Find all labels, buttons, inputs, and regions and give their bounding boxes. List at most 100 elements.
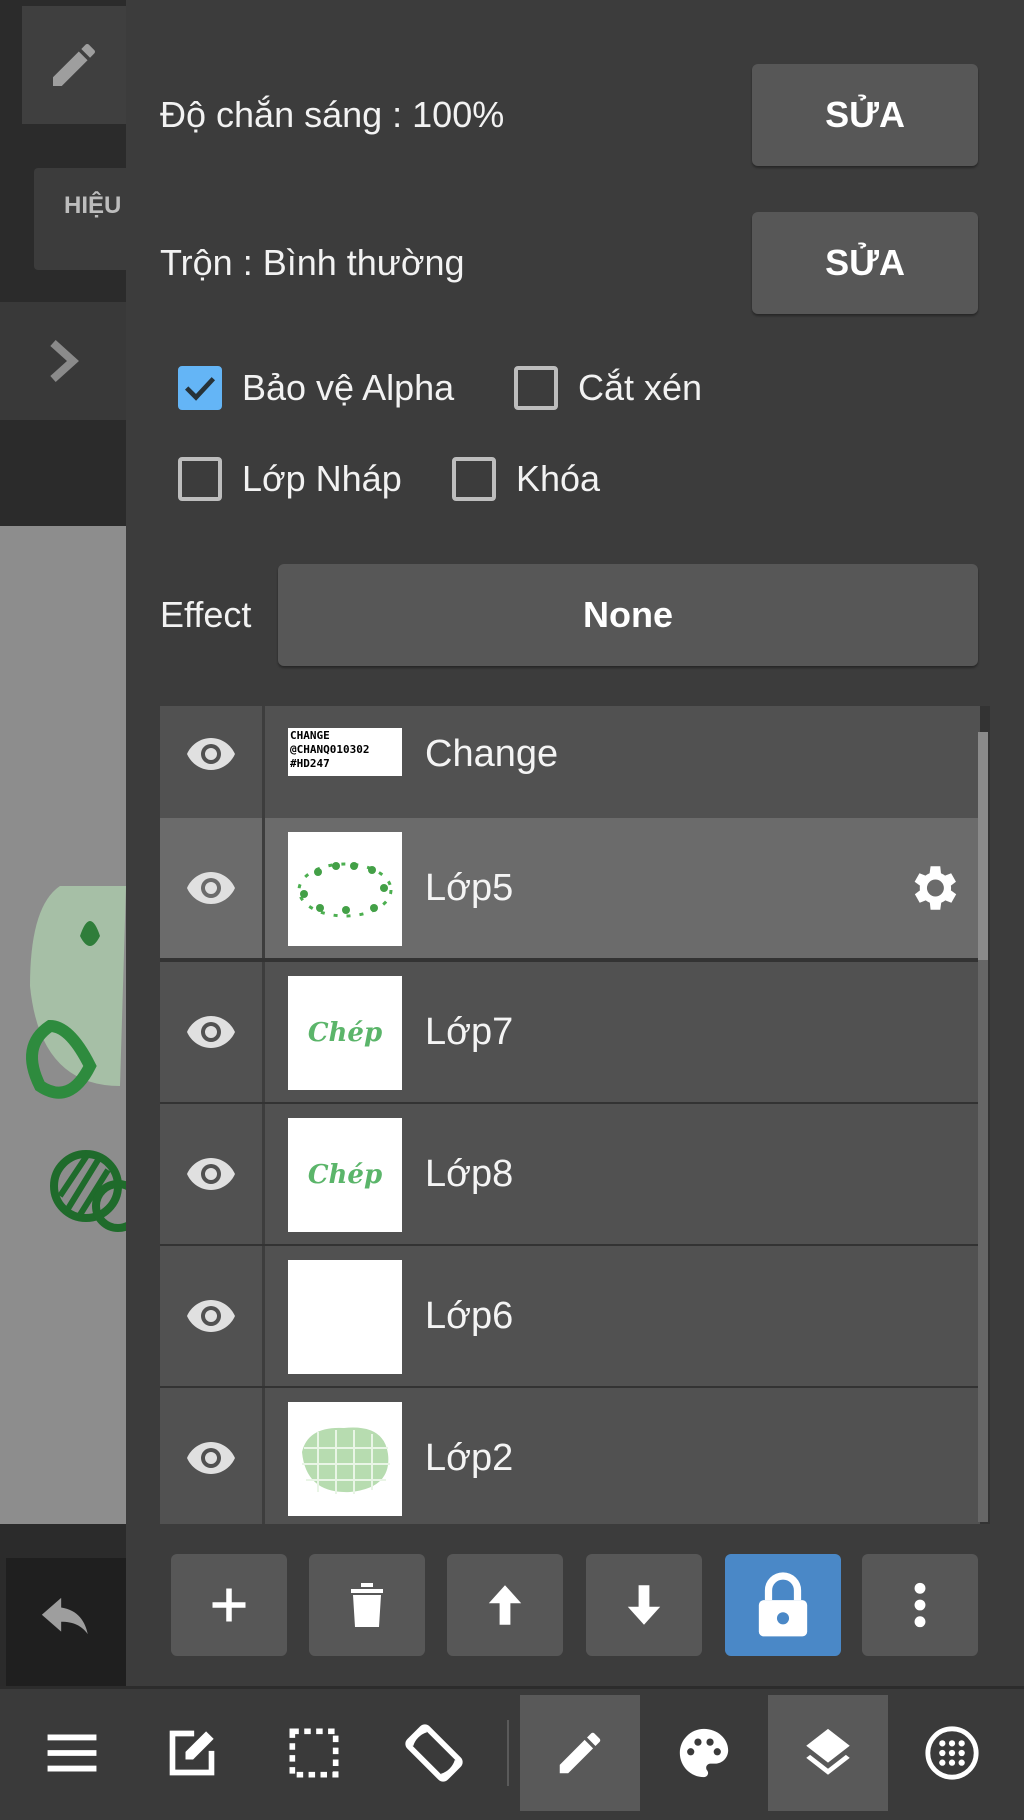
checkbox-unchecked-icon bbox=[514, 366, 558, 410]
blend-edit-button[interactable]: SỬA bbox=[752, 212, 978, 314]
edit-square-icon bbox=[169, 1730, 215, 1776]
thumb-text-line: CHANGE bbox=[290, 729, 330, 742]
plus-icon bbox=[212, 1588, 246, 1622]
draft-layer-checkbox[interactable]: Lớp Nháp bbox=[178, 449, 402, 509]
pencil-icon bbox=[559, 1732, 601, 1774]
row-divider bbox=[262, 706, 265, 824]
thumb-text: Chép bbox=[307, 1018, 383, 1048]
layer-row-change[interactable]: CHANGE @CHANQ010302 #HD247 Change bbox=[160, 706, 980, 824]
drawing-canvas[interactable] bbox=[0, 526, 126, 1524]
layer-row-lop5[interactable]: Lớp5 bbox=[160, 818, 980, 958]
eye-icon bbox=[187, 1016, 235, 1048]
visibility-toggle[interactable] bbox=[160, 1104, 262, 1244]
edit-button[interactable] bbox=[132, 1695, 252, 1811]
visibility-toggle[interactable] bbox=[160, 818, 262, 958]
more-vertical-icon bbox=[914, 1582, 926, 1628]
arrow-up-icon bbox=[488, 1585, 522, 1625]
row-divider bbox=[262, 1104, 265, 1244]
lock-label: Khóa bbox=[516, 458, 601, 499]
rotate-canvas-button[interactable] bbox=[374, 1695, 494, 1811]
eye-icon bbox=[187, 1300, 235, 1332]
layer-thumbnail: CHANGE @CHANQ010302 #HD247 bbox=[288, 728, 402, 776]
effect-label: Effect bbox=[160, 594, 252, 635]
alpha-protect-checkbox[interactable]: Bảo vệ Alpha bbox=[178, 358, 454, 418]
clipping-label: Cắt xén bbox=[578, 367, 703, 408]
delete-layer-button[interactable] bbox=[309, 1554, 425, 1656]
rotate-screen-icon bbox=[405, 1724, 463, 1782]
brush-tool-button[interactable] bbox=[22, 6, 126, 124]
layer-name: Lớp7 bbox=[425, 1010, 514, 1053]
row-divider bbox=[262, 962, 265, 1102]
checkbox-checked-icon bbox=[178, 366, 222, 410]
layer-row-lop7[interactable]: Chép Lớp7 bbox=[160, 962, 980, 1102]
opacity-label: Độ chắn sáng : 100% bbox=[160, 94, 505, 135]
undo-button[interactable] bbox=[6, 1558, 126, 1686]
toolbar-divider bbox=[507, 1720, 509, 1786]
layer-thumbnail bbox=[288, 832, 402, 946]
draft-layer-label: Lớp Nháp bbox=[242, 458, 402, 499]
expand-button[interactable] bbox=[0, 302, 126, 420]
layer-name: Change bbox=[425, 732, 559, 775]
checkbox-unchecked-icon bbox=[452, 457, 496, 501]
trash-icon bbox=[351, 1583, 383, 1627]
thumb-text-line: #HD247 bbox=[290, 757, 330, 770]
layer-list[interactable]: CHANGE @CHANQ010302 #HD247 Change Lớp5 C… bbox=[160, 706, 990, 1524]
gear-icon bbox=[914, 866, 957, 910]
layer-row-lop2[interactable]: Lớp2 bbox=[160, 1388, 980, 1524]
canvas-artwork bbox=[0, 526, 126, 1524]
layer-name: Lớp8 bbox=[425, 1152, 514, 1195]
visibility-toggle[interactable] bbox=[160, 1388, 262, 1524]
eye-icon bbox=[187, 872, 235, 904]
visibility-toggle[interactable] bbox=[160, 1246, 262, 1386]
eye-icon bbox=[187, 738, 235, 770]
layers-button[interactable] bbox=[768, 1695, 888, 1811]
layer-thumbnail bbox=[288, 1402, 402, 1516]
layer-row-lop8[interactable]: Chép Lớp8 bbox=[160, 1104, 980, 1244]
menu-icon bbox=[47, 1734, 97, 1772]
layer-name: Lớp6 bbox=[425, 1294, 514, 1337]
layer-thumbnail bbox=[288, 1260, 402, 1374]
visibility-toggle[interactable] bbox=[160, 962, 262, 1102]
row-divider bbox=[262, 1246, 265, 1386]
brush-button[interactable] bbox=[520, 1695, 640, 1811]
row-divider bbox=[262, 818, 265, 958]
arrow-down-icon bbox=[627, 1585, 661, 1625]
visibility-toggle[interactable] bbox=[160, 706, 262, 824]
opacity-edit-button[interactable]: SỬA bbox=[752, 64, 978, 166]
checkbox-unchecked-icon bbox=[178, 457, 222, 501]
layer-thumbnail: Chép bbox=[288, 1118, 402, 1232]
effect-select-button[interactable]: None bbox=[278, 564, 978, 666]
move-layer-up-button[interactable] bbox=[447, 1554, 563, 1656]
main-menu-button[interactable] bbox=[12, 1695, 132, 1811]
effect-tab-label: HIỆU bbox=[64, 192, 122, 219]
blend-mode-label: Trộn : Bình thường bbox=[160, 242, 465, 283]
undo-icon bbox=[41, 1597, 88, 1635]
palette-icon bbox=[679, 1728, 729, 1778]
lock-icon bbox=[758, 1572, 808, 1637]
pencil-icon bbox=[53, 43, 96, 86]
layer-row-lop6[interactable]: Lớp6 bbox=[160, 1246, 980, 1386]
eye-icon bbox=[187, 1158, 235, 1190]
color-palette-button[interactable] bbox=[644, 1695, 764, 1811]
grid-circle-icon bbox=[925, 1726, 979, 1780]
more-options-button[interactable] bbox=[862, 1554, 978, 1656]
scrollbar-thumb[interactable] bbox=[978, 732, 988, 960]
lock-layer-button[interactable] bbox=[725, 1554, 841, 1656]
thumb-text: Chép bbox=[307, 1160, 383, 1190]
layer-name: Lớp2 bbox=[425, 1436, 514, 1479]
selection-icon bbox=[289, 1728, 339, 1778]
eye-icon bbox=[187, 1442, 235, 1474]
effect-tab[interactable]: HIỆU bbox=[34, 168, 126, 270]
layers-icon bbox=[806, 1728, 850, 1775]
add-layer-button[interactable] bbox=[171, 1554, 287, 1656]
alpha-protect-label: Bảo vệ Alpha bbox=[242, 367, 455, 408]
chevron-right-icon bbox=[50, 340, 79, 382]
lock-checkbox[interactable]: Khóa bbox=[452, 449, 600, 509]
layer-thumbnail: Chép bbox=[288, 976, 402, 1090]
move-layer-down-button[interactable] bbox=[586, 1554, 702, 1656]
layer-settings-button[interactable] bbox=[904, 818, 962, 958]
layer-name: Lớp5 bbox=[425, 866, 514, 909]
selection-button[interactable] bbox=[254, 1695, 374, 1811]
material-button[interactable] bbox=[892, 1695, 1012, 1811]
clipping-checkbox[interactable]: Cắt xén bbox=[514, 358, 702, 418]
